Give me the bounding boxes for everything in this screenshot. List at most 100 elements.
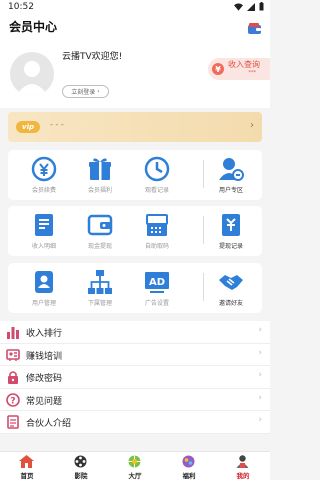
income-detail-icon [35, 214, 53, 236]
grid-item-label: 下属管理 [87, 300, 112, 307]
yen-renew-icon [31, 156, 57, 182]
grid-item-label: 现金提现 [87, 243, 112, 250]
register-icon [146, 214, 168, 236]
wallet-icon [87, 214, 113, 236]
grid-item-self-code[interactable]: 自助取码 [132, 206, 182, 256]
menu-item-label: 赚钱培训 [26, 351, 63, 362]
menu-list: 收入排行 › 赚钱培训 › 修改密码 › ? 常见问题 › 合伙人介绍 › [0, 321, 270, 434]
login-label: 立刻登录 [71, 89, 96, 96]
chevron-right-icon: › [258, 415, 262, 426]
wallet-icon[interactable] [248, 20, 262, 39]
grid-item-label: 观看记录 [144, 187, 169, 194]
income-query-dots: *** [248, 70, 257, 76]
tab-label: 福利 [182, 472, 196, 480]
profile-section: 云播TV欢迎您! 立刻登录 › ¥ 收入查询 *** [0, 40, 270, 108]
title-bar: 会员中心 [0, 14, 270, 40]
partner-icon [7, 415, 19, 430]
grid-item-label: 用户管理 [31, 300, 56, 307]
menu-item-faq[interactable]: ? 常见问题 › [0, 389, 270, 412]
grid-item-label: 收入明细 [31, 243, 56, 250]
status-bar: 10:52 [0, 0, 270, 14]
bottom-tab-bar: 首页 影院 大厅 福利 我的 [0, 451, 270, 480]
grid-item-label: 提现记录 [218, 243, 243, 250]
grid-item-label: 会员福利 [87, 187, 112, 194]
grid-item-withdraw-record[interactable]: 提现记录 [206, 206, 256, 256]
home-icon [19, 455, 34, 468]
person-icon [236, 455, 249, 468]
grid-item-member-benefits[interactable]: 会员福利 [75, 150, 125, 200]
chevron-right-icon: › [258, 392, 262, 403]
user-manage-icon [35, 271, 53, 293]
vip-status-text: - - - [50, 120, 64, 129]
tab-cinema[interactable]: 影院 [54, 452, 108, 480]
training-icon [6, 348, 20, 361]
grid-item-subordinate-manage[interactable]: 下属管理 [75, 263, 125, 313]
signal-icon [247, 2, 255, 11]
menu-item-training[interactable]: 赚钱培训 › [0, 344, 270, 367]
income-query-button[interactable]: ¥ 收入查询 *** [208, 58, 270, 80]
rank-icon [7, 327, 19, 339]
welfare-icon [182, 455, 195, 468]
tab-home[interactable]: 首页 [0, 452, 54, 480]
vip-banner[interactable]: vip - - - › [8, 112, 262, 142]
menu-item-label: 合伙人介绍 [26, 419, 72, 430]
grid-item-label: 自助取码 [144, 243, 169, 250]
menu-item-label: 修改密码 [26, 374, 63, 385]
tab-hall[interactable]: 大厅 [108, 452, 162, 480]
grid-item-label: 邀请好友 [218, 300, 243, 307]
login-button[interactable]: 立刻登录 › [62, 85, 109, 98]
grid-item-invite-friends[interactable]: 邀请好友 [206, 263, 256, 313]
grid-item-income-detail[interactable]: 收入明细 [19, 206, 69, 256]
chevron-right-icon: › [250, 120, 254, 131]
grid-item-watch-history[interactable]: 观看记录 [132, 150, 182, 200]
grid-item-label: 广告设置 [144, 300, 169, 307]
divider [203, 216, 204, 244]
chevron-right-icon: › [258, 347, 262, 358]
menu-item-change-password[interactable]: 修改密码 › [0, 366, 270, 389]
hall-icon [128, 455, 141, 468]
gift-icon [89, 158, 111, 180]
wifi-icon [234, 2, 243, 11]
menu-item-partner-intro[interactable]: 合伙人介绍 › [0, 411, 270, 434]
menu-item-label: 常见问题 [26, 396, 63, 407]
chevron-right-icon: › [258, 325, 262, 335]
ad-icon-text: AD [149, 277, 165, 288]
tab-label: 影院 [74, 472, 88, 480]
menu-item-label: 收入排行 [26, 329, 63, 339]
tab-welfare[interactable]: 福利 [162, 452, 216, 480]
tab-label: 首页 [20, 472, 34, 480]
welcome-text: 云播TV欢迎您! [62, 52, 123, 62]
status-time: 10:52 [8, 2, 34, 12]
grid-card-finance: 收入明细 现金提现 自助取码 提现记录 [8, 206, 262, 256]
grid-item-user-zone[interactable]: 用户专区 [206, 150, 256, 200]
vip-badge: vip [16, 121, 40, 133]
tab-label: 大厅 [128, 472, 142, 480]
hierarchy-icon [88, 270, 112, 294]
divider [203, 273, 204, 301]
grid-item-label: 用户专区 [218, 187, 243, 194]
user-zone-icon [219, 158, 244, 181]
income-query-label: 收入查询 [228, 60, 260, 69]
film-reel-icon [74, 455, 87, 468]
clock-icon [144, 156, 170, 182]
yen-icon: ¥ [212, 63, 224, 75]
page-title: 会员中心 [9, 20, 58, 34]
grid-item-label: 会员续费 [31, 187, 56, 194]
handshake-icon [219, 275, 243, 290]
ad-icon: AD [145, 272, 169, 293]
battery-icon [259, 2, 264, 11]
tab-mine[interactable]: 我的 [216, 452, 270, 480]
menu-item-income-rank[interactable]: 收入排行 › [0, 321, 270, 344]
grid-item-user-manage[interactable]: 用户管理 [19, 263, 69, 313]
grid-item-ad-settings[interactable]: AD 广告设置 [132, 263, 182, 313]
withdraw-record-icon [222, 214, 240, 236]
grid-item-member-renew[interactable]: 会员续费 [19, 150, 69, 200]
chevron-right-icon: › [97, 88, 100, 95]
chevron-right-icon: › [258, 370, 262, 381]
avatar[interactable] [10, 52, 54, 96]
divider [203, 160, 204, 188]
grid-item-cash-withdraw[interactable]: 现金提现 [75, 206, 125, 256]
svg-text:?: ? [10, 396, 15, 406]
lock-icon [8, 371, 18, 385]
grid-card-member: 会员续费 会员福利 观看记录 用户专区 [8, 150, 262, 200]
